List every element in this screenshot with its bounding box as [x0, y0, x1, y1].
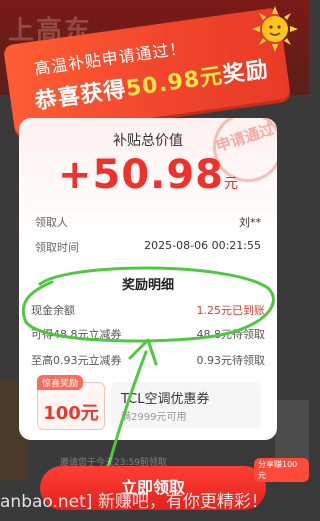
- share-earn-badge[interactable]: 分享赚100元: [254, 458, 309, 482]
- watermark-text: anbao.net] 新赚吧，有你更精彩！: [0, 492, 268, 512]
- annotation-arrow-icon: [21, 266, 275, 510]
